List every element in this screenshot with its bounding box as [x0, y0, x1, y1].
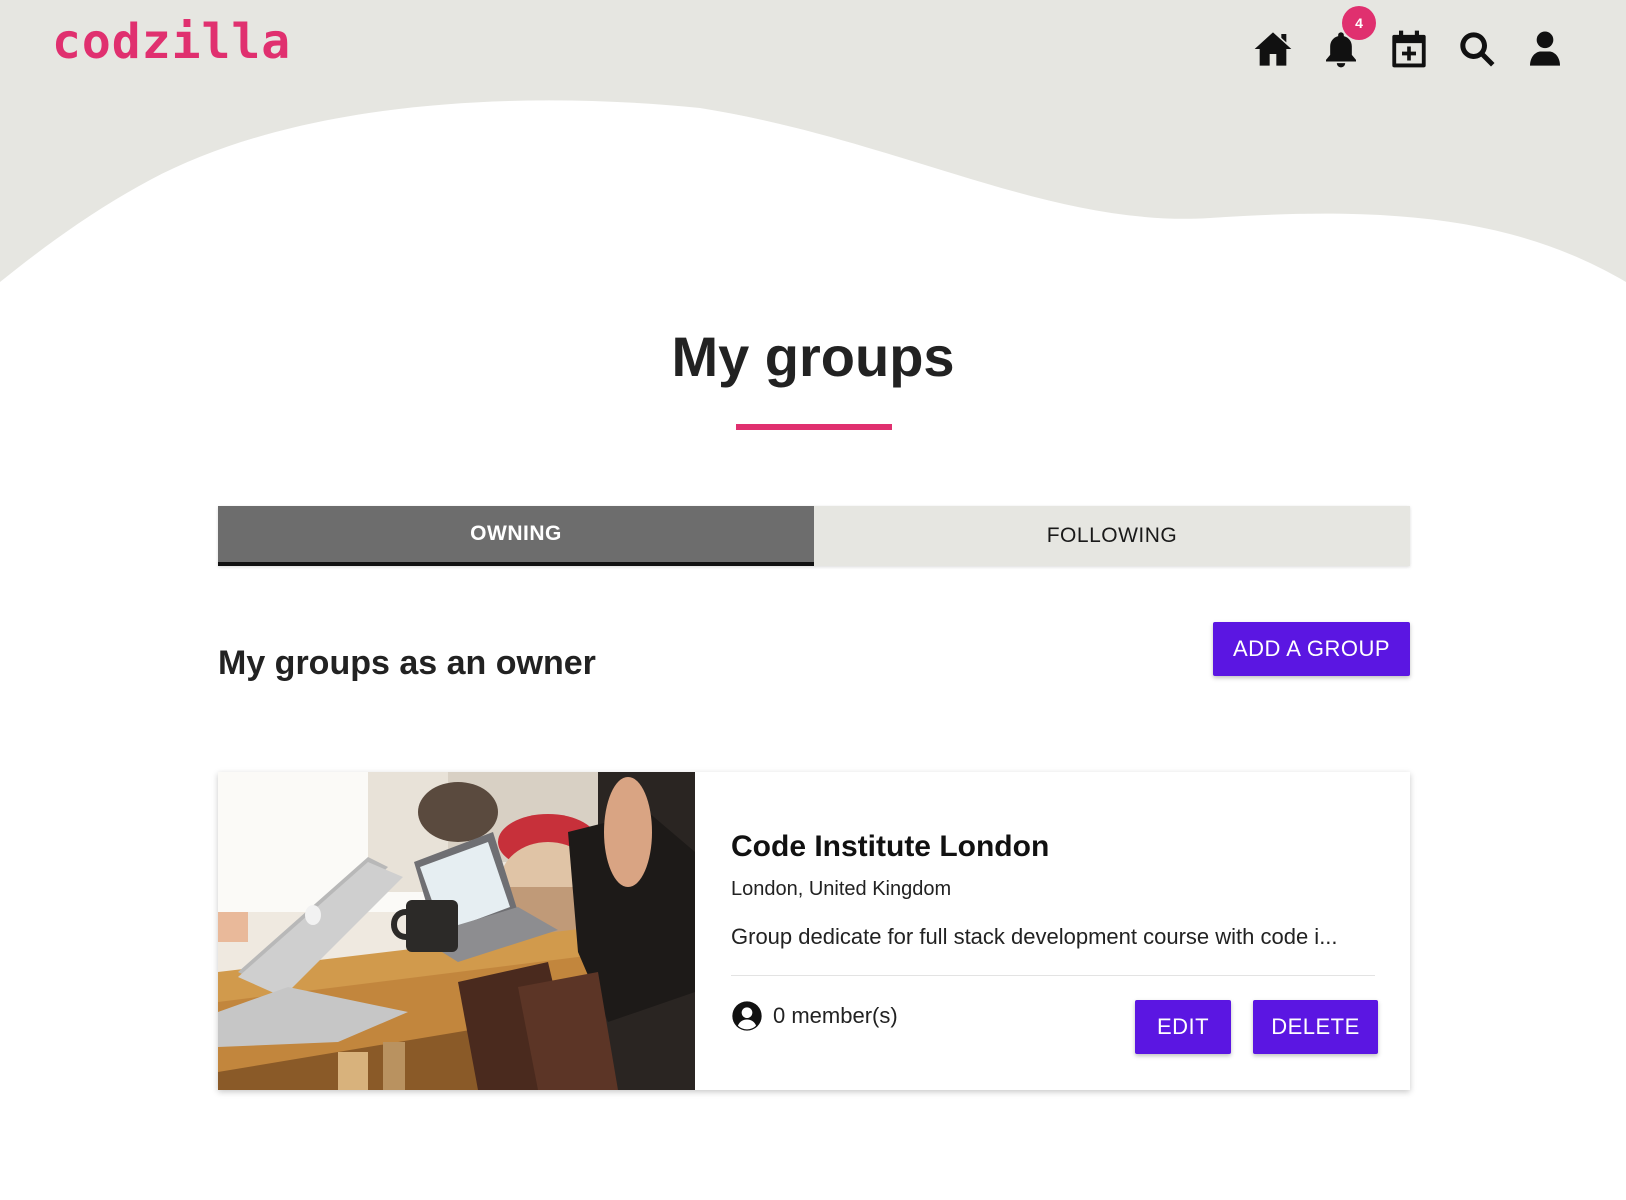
home-icon — [1254, 32, 1292, 66]
profile-button[interactable] — [1524, 28, 1566, 70]
group-name[interactable]: Code Institute London — [731, 830, 1049, 864]
search-button[interactable] — [1456, 28, 1498, 70]
group-description: Group dedicate for full stack developmen… — [731, 924, 1338, 949]
group-card-body: Code Institute London London, United Kin… — [695, 772, 1410, 1090]
group-location: London, United Kingdom — [731, 878, 952, 900]
user-icon — [1530, 31, 1560, 66]
member-count-text: 0 member(s) — [773, 1003, 898, 1028]
user-circle-icon — [732, 1001, 762, 1031]
group-image — [218, 772, 695, 1090]
group-tabs: OWNING FOLLOWING — [218, 506, 1410, 566]
member-count: 0 member(s) — [731, 1000, 898, 1032]
calendar-plus-icon — [1392, 30, 1426, 68]
tab-following[interactable]: FOLLOWING — [814, 506, 1410, 566]
notifications-button[interactable]: 4 — [1320, 6, 1376, 70]
notification-count-badge: 4 — [1342, 6, 1376, 40]
group-card: Code Institute London London, United Kin… — [218, 772, 1410, 1090]
edit-group-button[interactable]: EDIT — [1135, 1000, 1231, 1054]
codzilla-logo[interactable]: codzilla — [52, 18, 291, 66]
section-title: My groups as an owner — [218, 644, 596, 682]
top-navigation: 4 — [1252, 6, 1566, 70]
page-title: My groups — [671, 325, 955, 388]
group-photo — [218, 772, 695, 1090]
add-event-button[interactable] — [1388, 28, 1430, 70]
search-icon — [1460, 32, 1495, 67]
delete-group-button[interactable]: DELETE — [1253, 1000, 1378, 1054]
add-group-button[interactable]: ADD A GROUP — [1213, 622, 1410, 676]
title-underline — [736, 424, 892, 430]
home-button[interactable] — [1252, 28, 1294, 70]
tab-owning[interactable]: OWNING — [218, 506, 814, 566]
card-divider — [731, 975, 1375, 976]
